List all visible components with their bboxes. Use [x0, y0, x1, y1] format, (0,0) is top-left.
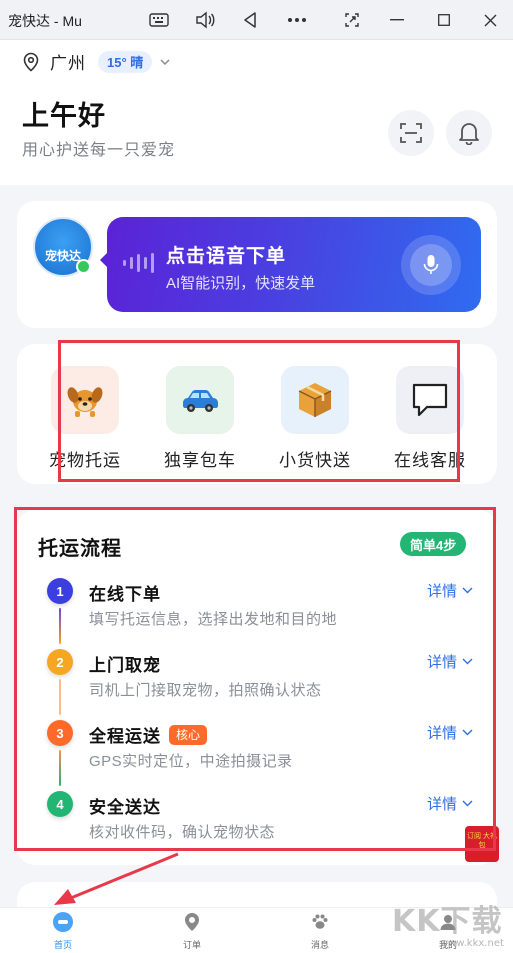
voice-order-button[interactable]: 点击语音下单 AI智能识别，快速发单: [107, 217, 481, 312]
scan-button[interactable]: [388, 110, 434, 156]
location-selector[interactable]: 广州 15° 晴: [22, 49, 170, 74]
bell-icon: [459, 123, 479, 145]
watermark-brand: KK下载: [392, 904, 503, 939]
logo-text: 宠快达: [44, 248, 81, 263]
keyboard-icon[interactable]: [147, 8, 171, 32]
slogan-text: 用心护送每一只爱宠: [22, 142, 176, 159]
window-titlebar: 宠快达 - Mu: [0, 0, 513, 40]
volume-icon[interactable]: [193, 8, 217, 32]
more-icon[interactable]: [285, 8, 309, 32]
tab-label: 首页: [53, 940, 72, 950]
tab-home[interactable]: 首页: [28, 912, 98, 951]
tab-messages[interactable]: 消息: [285, 912, 355, 951]
chevron-down-icon: [160, 59, 170, 65]
minimize-icon[interactable]: [385, 8, 409, 32]
popout-icon[interactable]: [340, 8, 364, 32]
maximize-icon[interactable]: [432, 8, 456, 32]
tab-label: 消息: [310, 940, 329, 950]
scan-icon: [400, 123, 422, 143]
city-label: 广州: [50, 54, 86, 73]
location-pin-icon: [23, 52, 39, 72]
order-icon: [182, 912, 202, 932]
notification-button[interactable]: [446, 110, 492, 156]
watermark-url: www.kkx.net: [440, 938, 504, 949]
paw-icon: [310, 912, 330, 932]
annotation-box-process: [14, 507, 496, 851]
weather-badge: 15° 晴: [98, 50, 153, 73]
close-icon[interactable]: [478, 8, 502, 32]
mic-button[interactable]: [401, 235, 461, 295]
voice-order-title: 点击语音下单: [166, 246, 287, 267]
online-status-dot: [76, 259, 91, 274]
greeting-title: 上午好: [22, 101, 106, 131]
app-header: 广州 15° 晴 上午好 用心护送每一只爱宠: [0, 40, 513, 185]
back-triangle-icon[interactable]: [238, 8, 262, 32]
annotation-arrow: [54, 852, 179, 905]
window-title: 宠快达 - Mu: [8, 13, 82, 29]
annotation-box-services: [58, 340, 460, 482]
microphone-icon: [423, 255, 439, 274]
tab-orders[interactable]: 订单: [157, 912, 227, 951]
sound-wave-icon: [123, 253, 154, 273]
voice-order-card: 宠快达 点击语音下单 AI智能识别，快速发单: [17, 201, 497, 328]
tab-label: 订单: [182, 940, 201, 950]
voice-order-subtitle: AI智能识别，快速发单: [166, 275, 316, 292]
home-icon: [53, 912, 73, 932]
